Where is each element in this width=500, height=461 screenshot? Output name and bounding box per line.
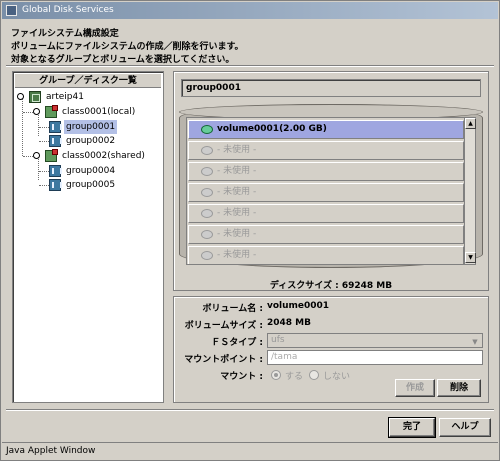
tree-connector: [38, 156, 39, 180]
header-title: ファイルシステム構成設定: [11, 29, 119, 39]
dialog-window: Global Disk Services ファイルシステム構成設定 ボリュームに…: [0, 0, 500, 461]
volume-size-value: 2048 MB: [267, 318, 311, 328]
fs-type-label: ＦＳタイプ :: [211, 338, 263, 348]
header-separator: [6, 65, 494, 67]
volume-label: volume0001(2.00 GB): [217, 124, 327, 134]
volume-icon: [201, 209, 213, 218]
tree-connector: [22, 98, 23, 156]
class-icon: [45, 105, 58, 118]
host-icon: [29, 91, 41, 103]
window-title: Global Disk Services: [22, 5, 114, 15]
volume-row[interactable]: volume0001(2.00 GB): [188, 120, 464, 139]
volume-label: - 未使用 -: [217, 208, 257, 218]
volume-row[interactable]: - 未使用 -: [188, 204, 464, 223]
class-icon: [45, 149, 58, 162]
status-bar: Java Applet Window: [2, 442, 498, 459]
fs-type-value: ufs: [271, 335, 285, 345]
tree-connector: [39, 141, 49, 142]
done-button[interactable]: 完了: [388, 417, 436, 438]
mount-point-input[interactable]: /tama: [267, 350, 483, 365]
volume-label: - 未使用 -: [217, 250, 257, 260]
mount-point-label: マウントポイント :: [184, 355, 263, 365]
volume-label: - 未使用 -: [217, 187, 257, 197]
group-icon: [49, 179, 62, 191]
volume-label: - 未使用 -: [217, 166, 257, 176]
tree-node-label: group0002: [66, 136, 116, 146]
expand-handle-icon[interactable]: [33, 152, 40, 159]
mount-label: マウント :: [220, 372, 263, 382]
group-icon: [49, 135, 62, 147]
mount-no-radio[interactable]: [309, 370, 319, 380]
tree-node-label: class0002(shared): [62, 151, 145, 161]
tree-connector: [39, 127, 49, 128]
scroll-down-icon[interactable]: ▼: [465, 252, 476, 263]
mount-yes-radio[interactable]: [271, 370, 281, 380]
tree-header: グループ／ディスク一覧: [15, 74, 161, 88]
expand-handle-icon[interactable]: [33, 108, 40, 115]
fs-type-select[interactable]: ufs ▼: [267, 333, 483, 348]
tree-connector: [23, 112, 33, 113]
tree-connector: [23, 156, 33, 157]
tree-node-label: group0004: [66, 166, 116, 176]
expand-handle-icon[interactable]: [17, 93, 24, 100]
volume-name-value: volume0001: [267, 301, 330, 311]
footer-separator: [6, 409, 494, 411]
volume-icon: [201, 146, 213, 155]
volume-row[interactable]: - 未使用 -: [188, 141, 464, 160]
group-icon: [49, 165, 62, 177]
tree-connector: [38, 112, 39, 136]
header-description-1: ボリュームにファイルシステムの作成／削除を行います。: [11, 42, 244, 52]
volume-icon: [201, 230, 213, 239]
tree-node-label: group0005: [66, 180, 116, 190]
tree-node-label: class0001(local): [62, 107, 136, 117]
mount-no-label: しない: [323, 372, 351, 382]
volume-row[interactable]: - 未使用 -: [188, 183, 464, 202]
title-bar[interactable]: Global Disk Services: [2, 2, 498, 19]
tree-node-label: group0001: [64, 120, 118, 134]
volume-icon: [201, 167, 213, 176]
volume-list-scrollbar[interactable]: ▲ ▼: [464, 118, 476, 264]
window-icon: [6, 5, 17, 16]
disk-size-text: ディスクサイズ : 69248 MB: [269, 281, 393, 291]
tree-connector: [39, 185, 49, 186]
tree-connector: [39, 171, 49, 172]
volume-icon: [201, 188, 213, 197]
mount-yes-label: する: [285, 372, 304, 382]
volume-name-label: ボリューム名 :: [202, 304, 263, 314]
chevron-down-icon[interactable]: ▼: [470, 336, 480, 346]
selected-group-name: group0001: [181, 79, 481, 97]
tree-node-label: arteip41: [46, 92, 84, 102]
volume-list[interactable]: volume0001(2.00 GB) - 未使用 - - 未使用 - - 未使…: [186, 117, 476, 265]
volume-icon: [201, 125, 213, 134]
volume-icon: [201, 251, 213, 260]
volume-row[interactable]: - 未使用 -: [188, 225, 464, 244]
volume-row[interactable]: - 未使用 -: [188, 246, 464, 264]
help-button[interactable]: ヘルプ: [439, 418, 491, 437]
scroll-up-icon[interactable]: ▲: [465, 118, 476, 129]
volume-label: - 未使用 -: [217, 229, 257, 239]
volume-row[interactable]: - 未使用 -: [188, 162, 464, 181]
create-button[interactable]: 作成: [395, 379, 435, 397]
header-description-2: 対象となるグループとボリュームを選択してください。: [11, 55, 235, 65]
group-disk-tree[interactable]: グループ／ディスク一覧 arteip41 class0001(local) gr…: [12, 71, 164, 403]
group-icon: [49, 121, 62, 133]
volume-label: - 未使用 -: [217, 145, 257, 155]
volume-size-label: ボリュームサイズ :: [184, 321, 263, 331]
delete-button[interactable]: 削除: [437, 379, 481, 397]
